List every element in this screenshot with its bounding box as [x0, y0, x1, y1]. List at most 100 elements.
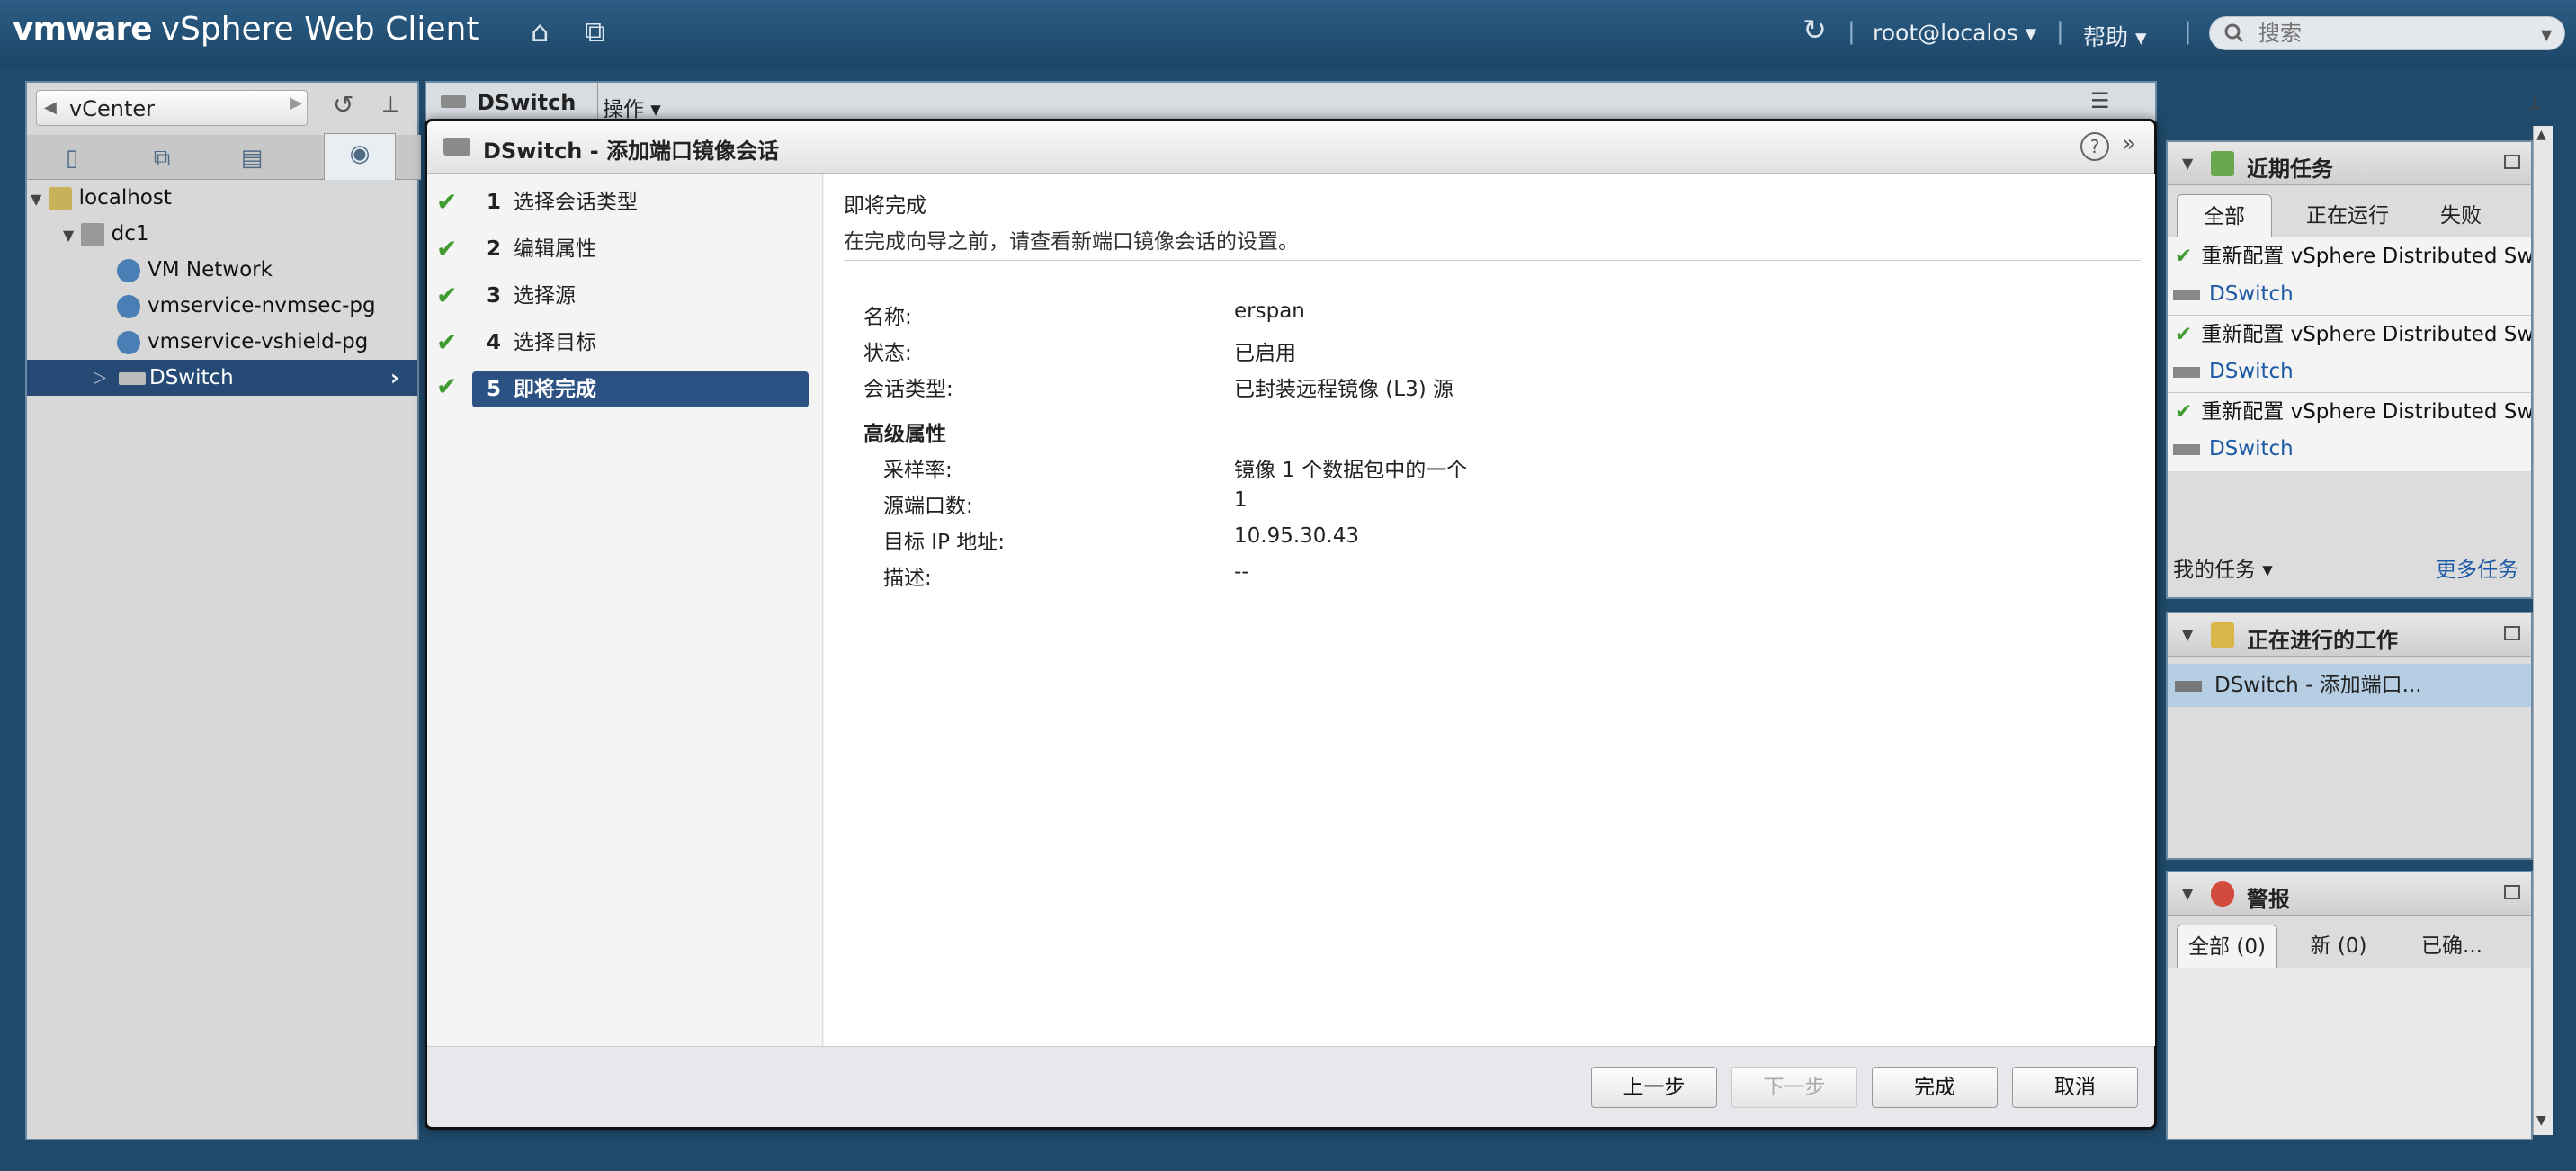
home-icon[interactable]: ⌂ [531, 14, 549, 49]
summary-value: erspan [1234, 299, 1305, 323]
tab-running[interactable]: 正在运行 [2294, 194, 2402, 237]
step-number: 2 [487, 237, 502, 261]
tab-all-alarms[interactable]: 全部 (0) [2177, 925, 2277, 968]
advanced-header: 高级属性 [863, 423, 946, 446]
dialog-title: DSwitch - 添加端口镜像会话 [483, 139, 780, 164]
divider: | [2056, 18, 2064, 45]
expand-arrow-icon[interactable]: ▼ [63, 227, 74, 244]
alarms-panel: ▼ 警报 全部 (0) 新 (0) 已确... [2166, 871, 2533, 1140]
step-number: 3 [487, 284, 502, 308]
step-label: 即将完成 [514, 378, 596, 401]
task-target[interactable]: DSwitch [2168, 275, 2531, 313]
tree-item-vmservice-vshield-pg[interactable]: vmservice-vshield-pg [117, 324, 368, 360]
scroll-up-icon[interactable]: ▲ [2536, 128, 2546, 142]
my-tasks-menu[interactable]: 我的任务 ▾ [2173, 552, 2273, 583]
scroll-down-icon[interactable]: ▼ [2536, 1113, 2546, 1128]
task-target[interactable]: DSwitch [2168, 353, 2531, 390]
collapse-icon[interactable]: ▼ [2182, 155, 2193, 172]
wizard-step-5[interactable]: 5 即将完成 [472, 371, 809, 407]
history-icon[interactable]: ↺ [333, 90, 353, 120]
minimize-icon[interactable] [2504, 155, 2520, 169]
chevron-down-icon[interactable]: ▼ [2541, 26, 2552, 43]
work-item[interactable]: DSwitch - 添加端口... [2168, 664, 2531, 707]
chevron-left-icon: ◀ [44, 98, 57, 117]
alarm-clock-icon [2211, 881, 2234, 907]
finish-button[interactable]: 完成 [1872, 1067, 1998, 1108]
wizard-step-1[interactable]: ✔ 1 选择会话类型 [436, 184, 807, 220]
minimize-icon[interactable] [2504, 885, 2520, 899]
tab-failed[interactable]: 失败 [2423, 194, 2499, 237]
navigator-back-button[interactable]: ◀ vCenter [36, 90, 308, 126]
network-icon [117, 258, 140, 282]
inventory-tabs: ▯ ⧉ ▤ ◉ [27, 133, 421, 180]
wizard-step-2[interactable]: ✔ 2 编辑属性 [436, 231, 807, 267]
vms-templates-tab-icon[interactable]: ⧉ [126, 139, 198, 178]
alarm-filter-tabs: 全部 (0) 新 (0) 已确... [2168, 925, 2531, 968]
windows-icon[interactable]: ⧉ [585, 14, 605, 49]
dswitch-icon [441, 95, 466, 108]
collapse-icon[interactable]: ▼ [2182, 626, 2193, 643]
tree-item-vm-network[interactable]: VM Network [117, 252, 273, 288]
expand-arrow-icon[interactable]: ▷ [94, 360, 106, 396]
task-item[interactable]: ✔ 重新配置 vSphere Distributed Switch [2168, 237, 2531, 275]
cancel-button[interactable]: 取消 [2012, 1067, 2138, 1108]
pin-icon[interactable]: ⊥ [381, 92, 400, 117]
tree-label: VM Network [148, 258, 273, 282]
list-options-icon[interactable]: ☰ [2090, 88, 2110, 113]
tree-item-dc1[interactable]: ▼ dc1 [63, 216, 149, 252]
actions-menu[interactable]: 操作 ▾ [603, 92, 661, 122]
task-list: ✔ 重新配置 vSphere Distributed Switch DSwitch… [2168, 237, 2531, 471]
double-chevron-icon[interactable]: » [2122, 130, 2136, 157]
task-target-link[interactable]: DSwitch [2209, 437, 2294, 460]
back-button[interactable]: 上一步 [1591, 1067, 1717, 1108]
step-number: 1 [487, 191, 502, 214]
help-menu[interactable]: 帮助 ▾ [2083, 20, 2147, 52]
task-item[interactable]: ✔ 重新配置 vSphere Distributed Switch [2168, 315, 2531, 353]
tree-item-vmservice-nvmsec-pg[interactable]: vmservice-nvmsec-pg [117, 288, 376, 324]
work-in-progress-panel: ▼ 正在进行的工作 DSwitch - 添加端口... [2166, 612, 2533, 860]
tree-item-localhost[interactable]: ▼ localhost [31, 180, 172, 216]
task-item[interactable]: ✔ 重新配置 vSphere Distributed Switch [2168, 392, 2531, 430]
tab-new-alarms[interactable]: 新 (0) [2295, 925, 2382, 968]
divider [844, 260, 2141, 261]
dswitch-icon [2173, 289, 2200, 300]
dswitch-icon [2173, 366, 2200, 378]
check-icon: ✔ [436, 281, 458, 310]
navigator-back-label: vCenter [69, 96, 155, 121]
object-tab[interactable]: DSwitch [477, 90, 576, 115]
tab-all[interactable]: 全部 [2177, 194, 2272, 237]
storage-tab-icon[interactable]: ▤ [216, 139, 288, 178]
panel-header: ▼ 正在进行的工作 [2168, 613, 2531, 657]
refresh-icon[interactable]: ↻ [1802, 13, 1827, 47]
collapse-icon[interactable]: ▼ [2182, 885, 2193, 902]
right-panel-scrollbar[interactable]: ▲ ▼ [2533, 126, 2553, 1135]
panel-title: 正在进行的工作 [2247, 628, 2398, 653]
tab-acknowledged-alarms[interactable]: 已确... [2398, 925, 2506, 968]
expand-arrow-icon[interactable]: ▼ [31, 191, 41, 208]
hosts-clusters-tab-icon[interactable]: ▯ [36, 139, 108, 178]
task-target-link[interactable]: DSwitch [2209, 360, 2294, 383]
task-target-link[interactable]: DSwitch [2209, 282, 2294, 306]
step-number: 5 [487, 378, 502, 401]
summary-value: 1 [1234, 488, 1248, 512]
help-icon[interactable]: ? [2080, 132, 2109, 161]
summary-key: 状态: [863, 342, 912, 365]
wizard-step-4[interactable]: ✔ 4 选择目标 [436, 325, 807, 361]
chevron-right-icon[interactable]: › [390, 360, 399, 396]
networking-tab-icon[interactable]: ◉ [324, 133, 396, 180]
step-label: 编辑属性 [514, 237, 596, 261]
panel-title: 近期任务 [2247, 156, 2333, 182]
minimize-icon[interactable] [2504, 626, 2520, 640]
wizard-step-3[interactable]: ✔ 3 选择源 [436, 278, 807, 314]
search-box[interactable]: ▼ [2209, 16, 2565, 50]
tree-item-dswitch[interactable]: ▷ DSwitch › [27, 360, 417, 396]
task-name: 重新配置 vSphere Distributed Switch [2201, 323, 2531, 346]
summary-key: 目标 IP 地址: [883, 531, 1006, 554]
pin-icon[interactable]: ⊥ [2526, 92, 2543, 114]
more-tasks-link[interactable]: 更多任务 [2436, 552, 2518, 583]
chevron-right-icon[interactable]: ▶ [290, 94, 302, 112]
user-menu[interactable]: root@localos ▾ [1873, 20, 2036, 46]
task-target[interactable]: DSwitch [2168, 430, 2531, 468]
search-input[interactable] [2258, 20, 2528, 47]
next-button[interactable]: 下一步 [1731, 1067, 1857, 1108]
